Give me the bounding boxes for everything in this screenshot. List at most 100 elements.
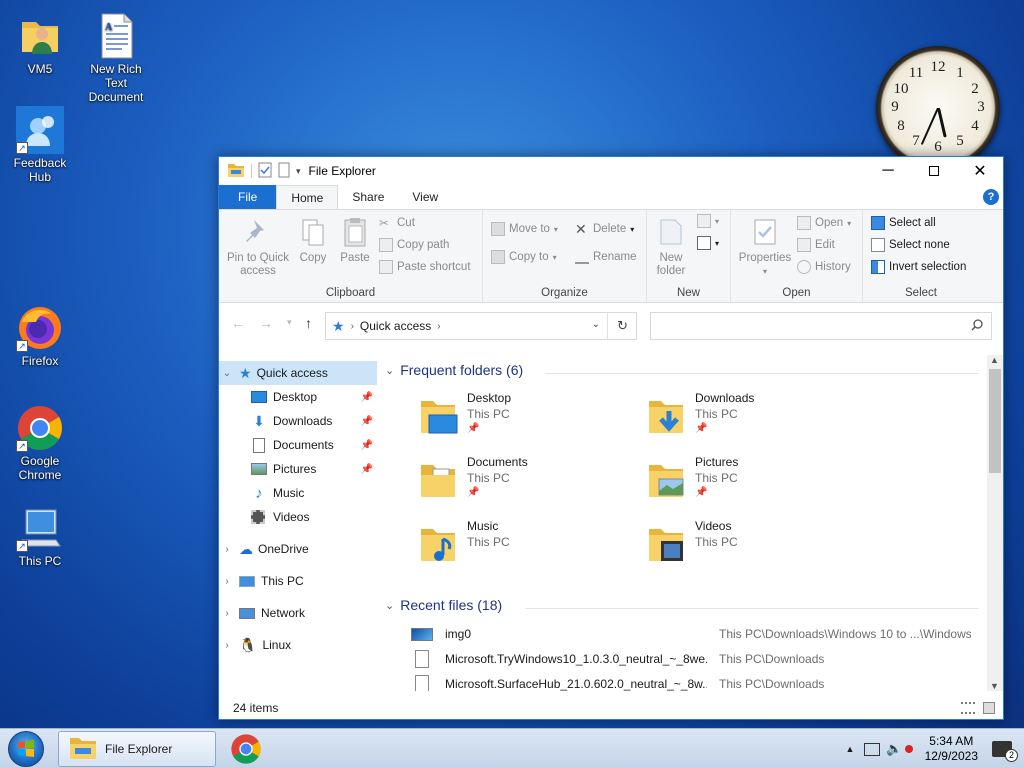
tab-file[interactable]: File (219, 185, 277, 209)
scroll-down-arrow-icon[interactable]: ▼ (990, 681, 999, 691)
history-button[interactable]: History (797, 260, 851, 274)
nav-item-network[interactable]: › Network (219, 601, 377, 625)
folder-app-icon (69, 736, 97, 763)
svg-text:A: A (105, 22, 113, 33)
desktop-icon-this-pc[interactable]: ↗ This PC (2, 504, 78, 568)
item-count: 24 items (233, 701, 279, 715)
collapsed-chevron-icon: › (225, 575, 229, 587)
maximize-button[interactable] (911, 157, 957, 185)
up-arrow-icon[interactable]: ↑ (305, 315, 312, 331)
computer-icon: ↗ (16, 504, 64, 552)
desktop-icon-feedback-hub[interactable]: ↗ Feedback Hub (2, 106, 78, 184)
tab-view[interactable]: View (398, 185, 452, 209)
help-icon[interactable]: ? (983, 189, 999, 205)
new-item-button[interactable]: ▾ (697, 214, 719, 228)
refresh-icon[interactable]: ↻ (617, 318, 628, 334)
notification-center-icon[interactable]: 2 (992, 741, 1018, 762)
pin-icon: 📌 (467, 487, 480, 498)
recent-locations-chevron-icon[interactable]: ▾ (287, 317, 292, 328)
desktop-icon-vm5[interactable]: VM5 (2, 12, 78, 76)
title-bar[interactable]: ▾ File Explorer ─ ✕ (219, 157, 1003, 185)
properties-button[interactable]: Properties ▾ (735, 216, 795, 278)
nav-item-videos[interactable]: Videos (219, 505, 377, 529)
clock-number: 10 (893, 81, 909, 97)
nav-item-documents[interactable]: Documents 📌 (219, 433, 377, 457)
recent-file-row[interactable]: Microsoft.TryWindows10_1.0.3.0_neutral_~… (411, 648, 971, 670)
nav-item-onedrive[interactable]: › ☁ OneDrive (219, 537, 377, 561)
paste-button[interactable]: Paste (335, 216, 375, 265)
clock-number: 9 (891, 99, 899, 115)
tab-share[interactable]: Share (338, 185, 398, 209)
frequent-folder-downloads[interactable]: Downloads This PC 📌 (647, 391, 867, 447)
copy-path-button[interactable]: Copy path (379, 238, 449, 252)
cut-button[interactable]: ✂ Cut (379, 216, 415, 230)
frequent-folder-videos[interactable]: Videos This PC (647, 519, 867, 575)
new-document-qa-icon[interactable] (278, 162, 290, 181)
edit-button[interactable]: Edit (797, 238, 835, 252)
back-arrow-icon[interactable]: ← (231, 315, 245, 331)
desktop-clock-gadget[interactable]: 12 1 2 3 4 5 6 7 8 9 10 11 (876, 46, 1000, 170)
nav-item-downloads[interactable]: ⬇ Downloads 📌 (219, 409, 377, 433)
vertical-scrollbar[interactable]: ▲ ▼ (987, 355, 1003, 691)
frequent-folder-pictures[interactable]: Pictures This PC 📌 (647, 455, 867, 511)
search-input[interactable] (650, 312, 992, 340)
start-button[interactable] (8, 731, 44, 767)
desktop-icon-firefox[interactable]: ↗ Firefox (2, 304, 78, 368)
easy-access-button[interactable]: ▾ (697, 236, 719, 250)
feedback-hub-icon: ↗ (16, 106, 64, 154)
breadcrumb-quick-access[interactable]: Quick access (360, 319, 431, 333)
address-dropdown-chevron-icon[interactable]: ⌄ (592, 319, 600, 330)
taskbar-chrome[interactable] (226, 731, 266, 767)
desktop-icon-label: Google Chrome (18, 454, 62, 482)
move-to-button[interactable]: Move to ▾ (491, 222, 558, 236)
copy-button[interactable]: Copy (295, 216, 331, 265)
desktop-icon-google-chrome[interactable]: ↗ Google Chrome (2, 404, 78, 482)
frequent-folder-desktop[interactable]: Desktop This PC 📌 (419, 391, 639, 447)
pin-icon: 📌 (695, 487, 708, 498)
nav-item-music[interactable]: ♪ Music (219, 481, 377, 505)
scroll-up-arrow-icon[interactable]: ▲ (990, 355, 999, 365)
delete-button[interactable]: ✕ Delete ▾ (575, 222, 634, 236)
chevron-down-icon: ▾ (630, 224, 635, 234)
nav-item-quick-access[interactable]: ⌄ ★ Quick access (219, 361, 377, 385)
select-all-button[interactable]: Select all (871, 216, 936, 230)
recent-file-row[interactable]: img0 This PC\Downloads\Windows 10 to ...… (411, 623, 971, 645)
scrollbar-thumb[interactable] (989, 369, 1001, 473)
nav-item-linux[interactable]: › 🐧 Linux (219, 633, 377, 657)
nav-item-this-pc[interactable]: › This PC (219, 569, 377, 593)
paste-shortcut-button[interactable]: Paste shortcut (379, 260, 471, 274)
copy-path-icon (379, 238, 393, 252)
minimize-button[interactable]: ─ (865, 157, 911, 185)
show-hidden-icons-chevron-icon[interactable]: ▲ (846, 744, 855, 754)
details-view-icon[interactable] (961, 702, 975, 714)
forward-arrow-icon[interactable]: → (259, 315, 273, 331)
desktop-icon-new-rich-text-document[interactable]: A New Rich Text Document (78, 12, 154, 104)
taskbar-file-explorer[interactable]: File Explorer (58, 731, 216, 767)
taskbar-clock[interactable]: 5:34 AM 12/9/2023 (925, 734, 978, 764)
recent-file-row[interactable]: Microsoft.SurfaceHub_21.0.602.0_neutral_… (411, 673, 971, 691)
network-status-icon[interactable] (864, 742, 881, 756)
nav-item-pictures[interactable]: Pictures 📌 (219, 457, 377, 481)
recent-files-header[interactable]: ⌄ Recent files (18) (385, 597, 502, 613)
customize-qa-chevron-icon[interactable]: ▾ (296, 166, 301, 177)
frequent-folders-header[interactable]: ⌄ Frequent folders (6) (385, 362, 523, 378)
rename-button[interactable]: Rename (575, 250, 636, 264)
tab-home[interactable]: Home (276, 185, 339, 209)
nav-item-desktop[interactable]: Desktop 📌 (219, 385, 377, 409)
properties-qa-icon[interactable] (258, 162, 272, 181)
frequent-folder-documents[interactable]: Documents This PC 📌 (419, 455, 639, 511)
select-none-button[interactable]: Select none (871, 238, 950, 252)
file-explorer-window[interactable]: ▾ File Explorer ─ ✕ File Home Share View… (218, 156, 1004, 720)
large-icons-view-icon[interactable] (983, 702, 995, 714)
address-bar[interactable]: ★ › Quick access › ⌄ ↻ (325, 312, 637, 340)
pin-to-quick-access-button[interactable]: Pin to Quick access (225, 216, 291, 278)
invert-selection-button[interactable]: Invert selection (871, 260, 966, 274)
frequent-folder-music[interactable]: Music This PC (419, 519, 639, 575)
pin-icon: 📌 (360, 463, 373, 475)
new-folder-button[interactable]: New folder (651, 216, 691, 278)
open-button[interactable]: Open ▾ (797, 216, 851, 230)
clock-number: 1 (956, 65, 964, 81)
volume-muted-icon[interactable]: 🔈 (886, 741, 902, 757)
copy-to-button[interactable]: Copy to ▾ (491, 250, 557, 264)
close-button[interactable]: ✕ (957, 157, 1003, 185)
